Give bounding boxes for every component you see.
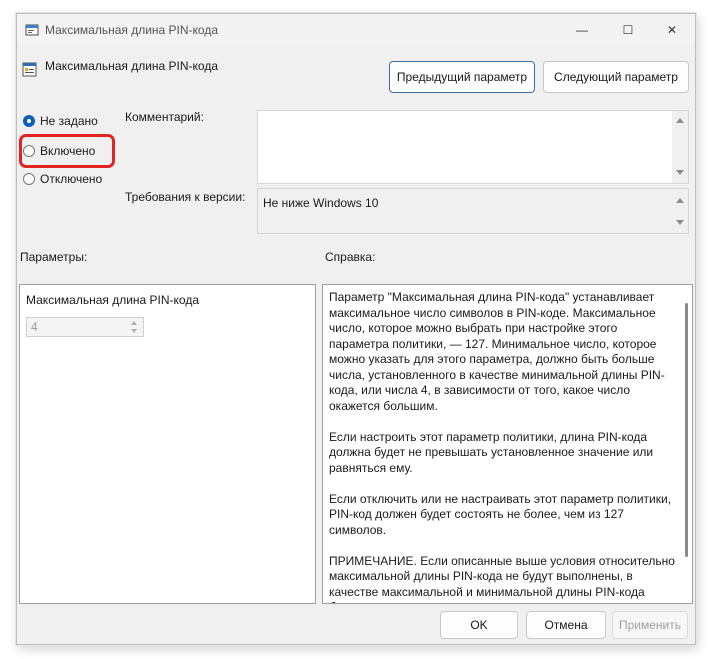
previous-setting-button[interactable]: Предыдущий параметр bbox=[389, 61, 535, 93]
enabled-option-highlight bbox=[19, 134, 115, 168]
ok-button[interactable]: OK bbox=[440, 611, 518, 639]
scroll-up-icon[interactable] bbox=[676, 198, 684, 203]
radio-not-configured-label: Не задано bbox=[40, 114, 98, 128]
policy-editor-icon bbox=[25, 24, 39, 36]
title-bar[interactable]: Максимальная длина PIN-кода — ☐ ✕ bbox=[17, 14, 695, 46]
maximize-button[interactable]: ☐ bbox=[605, 14, 651, 46]
policy-dialog-window: Максимальная длина PIN-кода — ☐ ✕ Максим… bbox=[16, 13, 696, 645]
help-paragraph: Если настроить этот параметр политики, д… bbox=[329, 429, 654, 475]
minimize-button[interactable]: — bbox=[559, 14, 605, 46]
window-title: Максимальная длина PIN-кода bbox=[45, 23, 219, 37]
scroll-down-icon[interactable] bbox=[676, 220, 684, 225]
requirements-field: Не ниже Windows 10 bbox=[257, 188, 689, 234]
requirements-scrollbar[interactable] bbox=[672, 189, 688, 233]
stepper-down-icon[interactable] bbox=[131, 329, 137, 333]
scroll-down-icon[interactable] bbox=[676, 170, 684, 175]
help-panel[interactable]: Параметр "Максимальная длина PIN-кода" у… bbox=[322, 284, 693, 604]
parameters-label: Параметры: bbox=[20, 250, 88, 264]
stepper-buttons[interactable] bbox=[128, 319, 142, 335]
next-setting-button[interactable]: Следующий параметр bbox=[543, 61, 689, 93]
help-paragraph: Если отключить или не настраивать этот п… bbox=[329, 491, 672, 537]
scroll-up-icon[interactable] bbox=[676, 118, 684, 123]
help-scrollbar-thumb[interactable] bbox=[685, 303, 688, 557]
max-pin-length-value: 4 bbox=[31, 320, 38, 334]
comment-label: Комментарий: bbox=[125, 110, 204, 124]
maximize-icon: ☐ bbox=[622, 23, 634, 37]
close-button[interactable]: ✕ bbox=[649, 14, 695, 46]
policy-title: Максимальная длина PIN-кода bbox=[45, 59, 219, 73]
help-label: Справка: bbox=[325, 250, 376, 264]
policy-setting-icon bbox=[22, 62, 37, 77]
radio-disabled-control[interactable] bbox=[23, 173, 35, 185]
radio-not-configured[interactable]: Не задано bbox=[23, 114, 98, 128]
help-paragraph: Параметр "Максимальная длина PIN-кода" у… bbox=[329, 290, 665, 413]
max-pin-length-label: Максимальная длина PIN-кода bbox=[26, 293, 200, 307]
cancel-button[interactable]: Отмена bbox=[526, 611, 606, 639]
parameters-panel: Максимальная длина PIN-кода 4 bbox=[19, 284, 316, 604]
max-pin-length-stepper[interactable]: 4 bbox=[26, 317, 144, 337]
radio-disabled[interactable]: Отключено bbox=[23, 172, 102, 186]
apply-button[interactable]: Применить bbox=[612, 611, 688, 639]
help-paragraph: ПРИМЕЧАНИЕ. Если описанные выше условия … bbox=[329, 553, 675, 604]
requirements-label: Требования к версии: bbox=[125, 190, 246, 204]
help-scrollbar[interactable] bbox=[680, 285, 692, 603]
requirements-value: Не ниже Windows 10 bbox=[263, 196, 379, 210]
comment-scrollbar[interactable] bbox=[672, 111, 688, 183]
help-text: Параметр "Максимальная длина PIN-кода" у… bbox=[329, 290, 677, 604]
minimize-icon: — bbox=[576, 23, 588, 37]
close-icon: ✕ bbox=[666, 23, 678, 37]
radio-disabled-label: Отключено bbox=[40, 172, 103, 186]
stepper-up-icon[interactable] bbox=[131, 321, 137, 325]
comment-field[interactable] bbox=[257, 110, 689, 184]
radio-not-configured-control[interactable] bbox=[23, 115, 35, 127]
